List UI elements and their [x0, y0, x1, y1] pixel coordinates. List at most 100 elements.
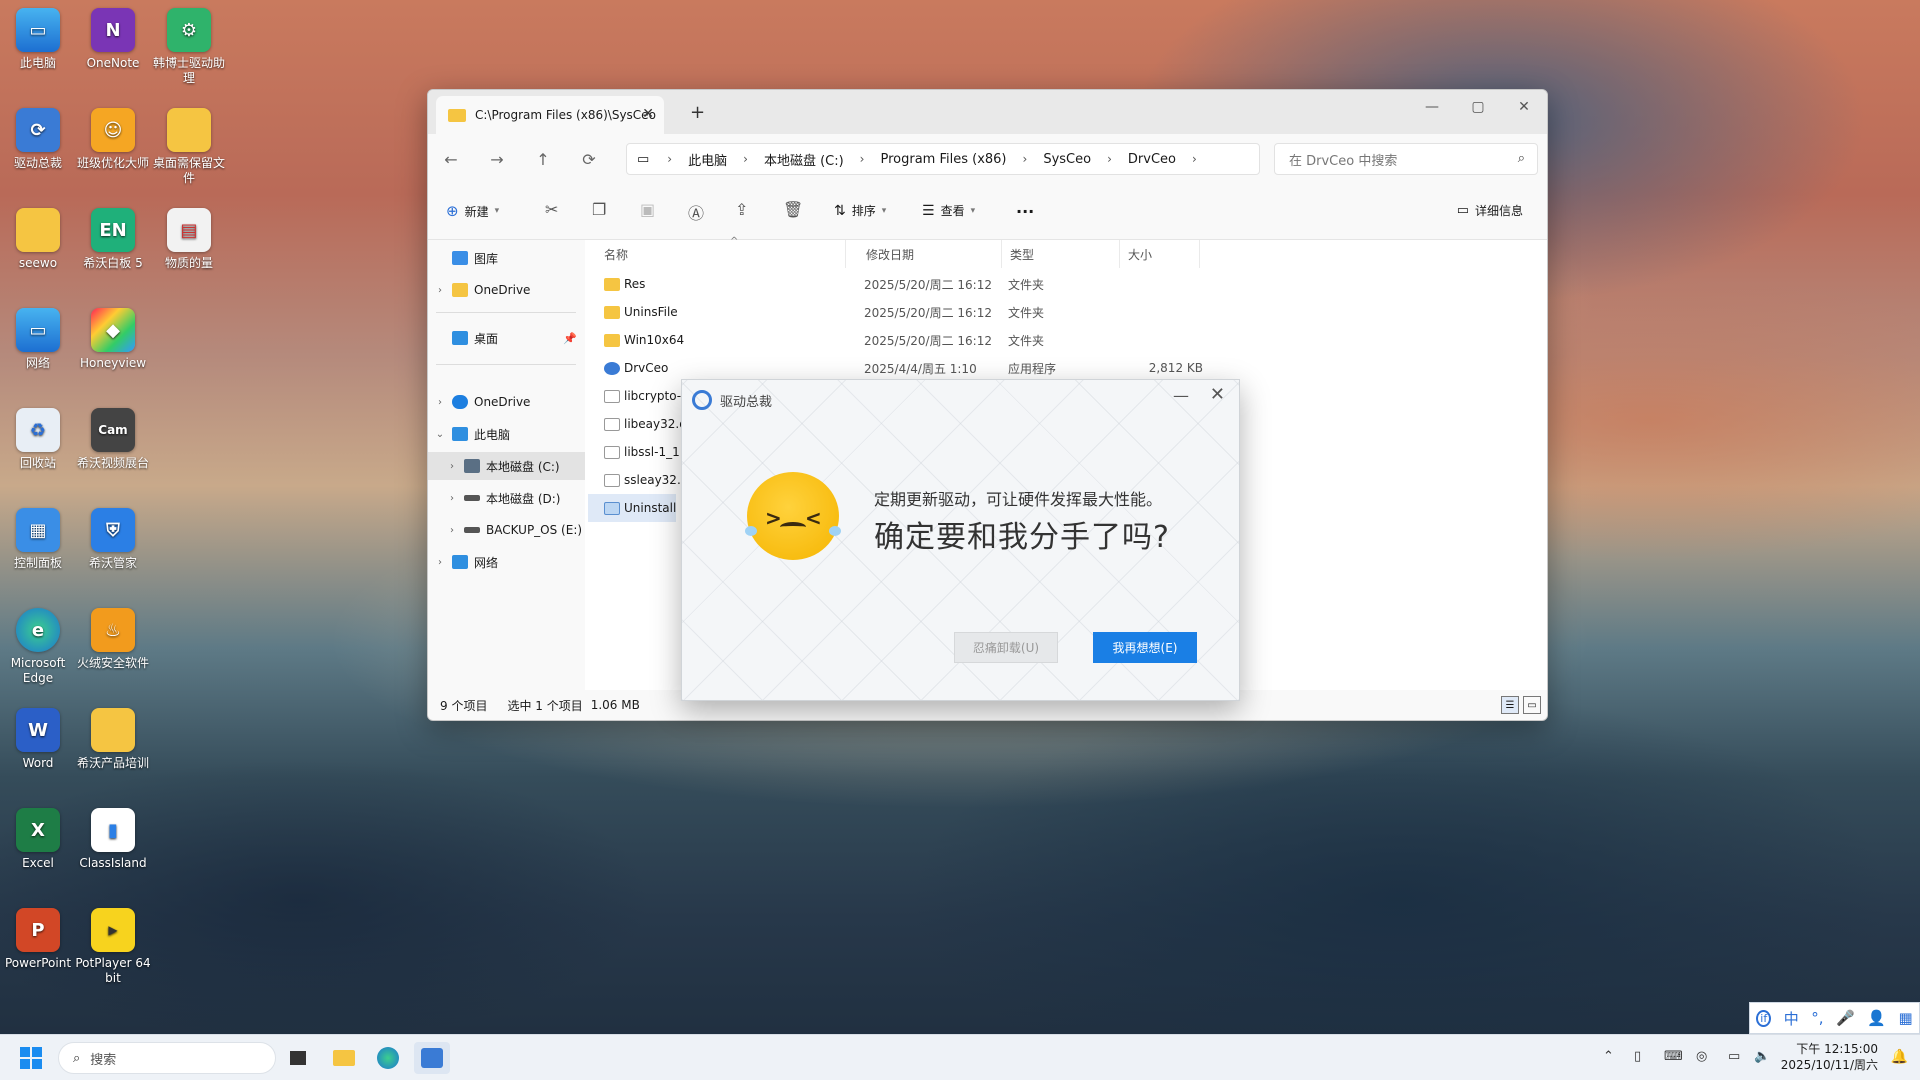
nav-item-drive-e[interactable]: › BACKUP_OS (E:)	[428, 516, 585, 544]
desktop-icon-recycle-bin[interactable]: ♻ 回收站	[0, 408, 76, 471]
usb-icon[interactable]: ▯	[1634, 1049, 1641, 1064]
pin-icon[interactable]: 📌	[563, 332, 577, 345]
desktop-icon-easinote[interactable]: EN 希沃白板 5	[75, 208, 151, 271]
cut-icon[interactable]: ✂	[545, 200, 558, 219]
chevron-right-icon[interactable]: ›	[428, 557, 452, 568]
keyboard-icon[interactable]: ⌨	[1664, 1049, 1683, 1064]
breadcrumb-item[interactable]: SysCeo	[1043, 152, 1091, 167]
grid-menu-icon[interactable]: ▦	[1899, 1009, 1913, 1027]
more-button[interactable]: ···	[1016, 202, 1034, 221]
details-button[interactable]: ▭ 详细信息	[1457, 202, 1523, 219]
close-icon[interactable]: ✕	[1210, 384, 1225, 405]
details-view-icon[interactable]: ☰	[1501, 696, 1519, 714]
up-button[interactable]: ↑	[520, 150, 566, 169]
desktop-icon-edge[interactable]: e Microsoft Edge	[0, 608, 76, 686]
tray-overflow-icon[interactable]: ⌃	[1603, 1049, 1614, 1064]
breadcrumb-item[interactable]: DrvCeo	[1128, 152, 1176, 167]
search-input[interactable]: 在 DrvCeo 中搜索 ⌕	[1274, 143, 1538, 175]
desktop-icon-classisland[interactable]: ▮ ClassIsland	[75, 808, 151, 871]
display-icon[interactable]: ▭	[1728, 1049, 1740, 1064]
uninstall-button[interactable]: 忍痛卸载(U)	[954, 632, 1058, 663]
desktop-icon-mole[interactable]: ▤ 物质的量	[151, 208, 227, 271]
rename-icon[interactable]: Ⓐ	[688, 200, 704, 224]
nav-item-network[interactable]: › 网络	[428, 548, 585, 576]
sort-button[interactable]: ⇅ 排序 ▾	[834, 202, 886, 219]
refresh-button[interactable]: ⟳	[566, 150, 612, 169]
column-header-size[interactable]: 大小	[1120, 240, 1200, 268]
column-header-date[interactable]: 修改日期	[858, 240, 1002, 268]
punctuation-icon[interactable]: °,	[1811, 1009, 1823, 1027]
desktop-icon-excel[interactable]: X Excel	[0, 808, 76, 871]
chevron-right-icon[interactable]: ›	[440, 525, 464, 536]
chevron-right-icon[interactable]: ›	[440, 493, 464, 504]
start-button[interactable]	[20, 1047, 42, 1069]
new-button[interactable]: ⊕ 新建 ▾	[446, 202, 499, 220]
notification-bell-icon[interactable]: 🔔	[1891, 1049, 1908, 1065]
breadcrumb-item[interactable]: 本地磁盘 (C:)	[764, 150, 844, 169]
taskbar-search-input[interactable]: ⌕ 搜索	[58, 1042, 276, 1074]
desktop-icon-honeyview[interactable]: ◆ Honeyview	[75, 308, 151, 371]
desktop-icon-potplayer[interactable]: ▶ PotPlayer 64 bit	[75, 908, 151, 986]
desktop-icon-this-pc[interactable]: ▭ 此电脑	[0, 8, 76, 71]
desktop-icon-onenote[interactable]: N OneNote	[75, 8, 151, 71]
copy-icon[interactable]: ❐	[592, 200, 606, 219]
nav-item-drive-d[interactable]: › 本地磁盘 (D:)	[428, 484, 585, 512]
nav-item-desktop[interactable]: 桌面 📌	[428, 324, 585, 352]
taskbar-task-view[interactable]	[280, 1042, 316, 1074]
desktop-icon-seewo-guard[interactable]: ⛨ 希沃管家	[75, 508, 151, 571]
close-window-button[interactable]: ✕	[1501, 90, 1547, 124]
nav-item-this-pc[interactable]: ⌄ 此电脑	[428, 420, 585, 448]
desktop-icon-word[interactable]: W Word	[0, 708, 76, 771]
desktop-icon-seewo[interactable]: seewo	[0, 208, 76, 271]
breadcrumb-item[interactable]: 此电脑	[688, 150, 727, 169]
ime-logo-icon[interactable]: if	[1756, 1009, 1772, 1027]
nav-item-onedrive[interactable]: › OneDrive	[428, 276, 585, 304]
desktop-icon-training[interactable]: 希沃产品培训	[75, 708, 151, 771]
chevron-right-icon[interactable]: ›	[428, 397, 452, 408]
ime-mode-toggle[interactable]: 中	[1784, 1008, 1799, 1029]
desktop-icon-control-panel[interactable]: ▦ 控制面板	[0, 508, 76, 571]
taskbar-edge[interactable]	[370, 1042, 406, 1074]
breadcrumb-item[interactable]: Program Files (x86)	[880, 152, 1006, 167]
view-button[interactable]: ☰ 查看 ▾	[922, 202, 975, 219]
column-header-type[interactable]: 类型	[1002, 240, 1120, 268]
desktop-icon-powerpoint[interactable]: P PowerPoint	[0, 908, 76, 971]
nav-item-onedrive-cloud[interactable]: › OneDrive	[428, 388, 585, 416]
user-icon[interactable]: 👤	[1867, 1009, 1886, 1027]
new-tab-button[interactable]: +	[690, 102, 705, 123]
file-row-selected[interactable]: Uninstall	[588, 494, 676, 522]
back-button[interactable]: ←	[428, 150, 474, 169]
taskbar-drvceo[interactable]	[414, 1042, 450, 1074]
desktop-icon-keep-folder[interactable]: 桌面需保留文件	[151, 108, 227, 186]
uninstall-dialog[interactable]: 驱动总裁 — ✕ > < 定期更新驱动，可让硬件发挥最大性能。 确定要和我分手了…	[681, 379, 1240, 701]
nav-item-gallery[interactable]: 图库	[428, 244, 585, 272]
minimize-button[interactable]: —	[1409, 90, 1455, 124]
file-row[interactable]: Res 2025/5/20/周二 16:12 文件夹	[588, 270, 1188, 298]
taskbar-explorer[interactable]	[326, 1042, 362, 1074]
paste-icon[interactable]: ▣	[640, 200, 655, 219]
minimize-icon[interactable]: —	[1173, 386, 1189, 405]
desktop-icon-driver-helper[interactable]: ⚙ 韩博士驱动助理	[151, 8, 227, 86]
maximize-button[interactable]: ▢	[1455, 90, 1501, 124]
desktop-icon-class-master[interactable]: ☺ 班级优化大师	[75, 108, 151, 171]
file-row[interactable]: Win10x64 2025/5/20/周二 16:12 文件夹	[588, 326, 1188, 354]
chevron-right-icon[interactable]: ›	[440, 461, 464, 472]
share-icon[interactable]: ⇪	[735, 200, 748, 219]
chevron-down-icon[interactable]: ⌄	[428, 429, 452, 440]
delete-icon[interactable]: 🗑	[783, 200, 803, 219]
tab-sysceo[interactable]: C:\Program Files (x86)\SysCeo ✕	[436, 96, 664, 134]
keep-button[interactable]: 我再想想(E)	[1093, 632, 1197, 663]
close-tab-icon[interactable]: ✕	[642, 106, 654, 122]
nav-item-drive-c[interactable]: › 本地磁盘 (C:)	[428, 452, 585, 480]
language-icon[interactable]: ◎	[1696, 1049, 1707, 1064]
desktop-icon-network[interactable]: ▭ 网络	[0, 308, 76, 371]
tiles-view-icon[interactable]: ▭	[1523, 696, 1541, 714]
clock[interactable]: 下午 12:15:00 2025/10/11/周六	[1781, 1041, 1878, 1073]
desktop-icon-huorong[interactable]: ♨ 火绒安全软件	[75, 608, 151, 671]
forward-button[interactable]: →	[474, 150, 520, 169]
file-row[interactable]: UninsFile 2025/5/20/周二 16:12 文件夹	[588, 298, 1188, 326]
microphone-icon[interactable]: 🎤	[1836, 1009, 1855, 1027]
breadcrumb[interactable]: ▭ › 此电脑 › 本地磁盘 (C:) › Program Files (x86…	[626, 143, 1260, 175]
desktop-icon-video-booth[interactable]: Cam 希沃视频展台	[75, 408, 151, 471]
desktop-icon-drvceo[interactable]: ⟳ 驱动总裁	[0, 108, 76, 171]
